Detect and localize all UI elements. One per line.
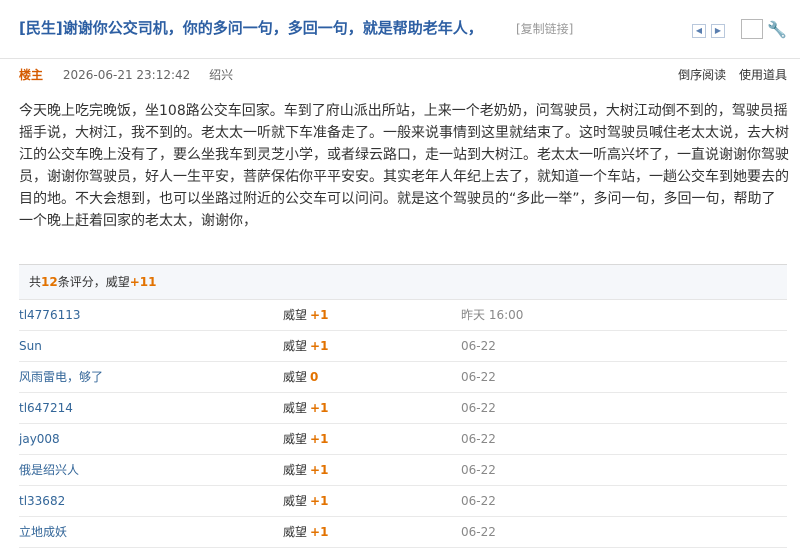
wrench-icon[interactable]: 🔧 bbox=[767, 20, 787, 39]
rating-label: 威望 +1 bbox=[283, 300, 328, 330]
thread-header: [民生]谢谢你公交司机，你的多问一句，多回一句，就是帮助老年人， [复制链接] … bbox=[0, 0, 800, 59]
rating-label: 威望 0 bbox=[283, 362, 318, 392]
copy-link-button[interactable]: [复制链接] bbox=[516, 20, 573, 37]
rating-user[interactable]: 风雨雷电，够了 bbox=[19, 362, 103, 392]
post-datetime: 2026-06-21 23:12:42 bbox=[62, 68, 191, 82]
rating-date: 06-22 bbox=[461, 463, 496, 477]
rating-user[interactable]: jay008 bbox=[19, 424, 60, 454]
rating-date: 06-22 bbox=[461, 401, 496, 415]
next-thread-icon[interactable]: ▶ bbox=[711, 24, 725, 38]
rating-user[interactable]: 立地成妖 bbox=[19, 517, 67, 547]
rating-row: tl4776113 威望 +1 昨天 16:00 bbox=[19, 300, 787, 331]
rating-value: +1 bbox=[310, 494, 329, 508]
rating-label-text: 威望 bbox=[283, 494, 308, 508]
rating-value: +1 bbox=[310, 432, 329, 446]
rating-label-text: 威望 bbox=[283, 339, 308, 353]
rating-value: +1 bbox=[310, 525, 329, 539]
rating-row: Sun 威望 +1 06-22 bbox=[19, 331, 787, 362]
rating-user[interactable]: tl33682 bbox=[19, 486, 65, 516]
rating-count: 12 bbox=[41, 275, 58, 289]
rating-label: 威望 +1 bbox=[283, 517, 328, 547]
rating-label: 威望 +1 bbox=[283, 455, 328, 485]
rating-user[interactable]: tl647214 bbox=[19, 393, 73, 423]
rating-row: tl647214 威望 +1 06-22 bbox=[19, 393, 787, 424]
rating-date: 昨天 16:00 bbox=[461, 308, 524, 322]
rating-date: 06-22 bbox=[461, 370, 496, 384]
rating-row: 风雨雷电，够了 威望 0 06-22 bbox=[19, 362, 787, 393]
rating-label-text: 威望 bbox=[283, 463, 308, 477]
post-tools: 倒序阅读 使用道具 bbox=[669, 66, 787, 83]
rating-value: +1 bbox=[310, 339, 329, 353]
rating-row: tl33682 威望 +1 06-22 bbox=[19, 486, 787, 517]
rating-value: +1 bbox=[310, 463, 329, 477]
rating-label-text: 威望 bbox=[283, 370, 308, 384]
thread-title: [民生]谢谢你公交司机，你的多问一句，多回一句，就是帮助老年人， bbox=[19, 19, 483, 37]
rating-total-value: +11 bbox=[129, 275, 157, 289]
rating-row: jay008 威望 +1 06-22 bbox=[19, 424, 787, 455]
rating-label-text: 威望 bbox=[283, 432, 308, 446]
post-location: 绍兴 bbox=[209, 68, 234, 82]
rating-summary-mid: 条评分， bbox=[57, 275, 106, 289]
rating-summary-prefix: 共 bbox=[29, 275, 42, 289]
thread-action-box[interactable] bbox=[741, 19, 763, 39]
post-content: 今天晚上吃完晚饭，坐108路公交车回家。车到了府山派出所站，上来一个老奶奶，问驾… bbox=[19, 103, 789, 229]
rating-summary: 共12条评分，威望+11 bbox=[19, 265, 787, 300]
rating-user[interactable]: Sun bbox=[19, 331, 42, 361]
author-label[interactable]: 楼主 bbox=[19, 68, 43, 82]
rating-label: 威望 +1 bbox=[283, 393, 328, 423]
rating-user[interactable]: tl4776113 bbox=[19, 300, 80, 330]
rating-date: 06-22 bbox=[461, 494, 496, 508]
rating-label-text: 威望 bbox=[283, 401, 308, 415]
rating-value: 0 bbox=[310, 370, 319, 384]
rating-label-text: 威望 bbox=[283, 308, 308, 322]
rating-label: 威望 +1 bbox=[283, 331, 328, 361]
rating-label: 威望 +1 bbox=[283, 486, 328, 516]
post-meta: 楼主 2026-06-21 23:12:42 绍兴 倒序阅读 使用道具 bbox=[19, 66, 787, 84]
reverse-read-link[interactable]: 倒序阅读 bbox=[678, 68, 726, 82]
rating-label: 威望 +1 bbox=[283, 424, 328, 454]
rating-user[interactable]: 俄是绍兴人 bbox=[19, 455, 79, 485]
use-tool-link[interactable]: 使用道具 bbox=[739, 68, 787, 82]
rating-date: 06-22 bbox=[461, 339, 496, 353]
thread-navigation: ◀ ▶ bbox=[692, 24, 730, 43]
rating-box: 共12条评分，威望+11 tl4776113 威望 +1 昨天 16:00 Sun… bbox=[19, 264, 787, 548]
rating-row: 俄是绍兴人 威望 +1 06-22 bbox=[19, 455, 787, 486]
rating-date: 06-22 bbox=[461, 432, 496, 446]
rating-value: +1 bbox=[310, 308, 329, 322]
rating-date: 06-22 bbox=[461, 525, 496, 539]
previous-thread-icon[interactable]: ◀ bbox=[692, 24, 706, 38]
rating-total-label: 威望 bbox=[105, 275, 130, 289]
rating-label-text: 威望 bbox=[283, 525, 308, 539]
rating-value: +1 bbox=[310, 401, 329, 415]
